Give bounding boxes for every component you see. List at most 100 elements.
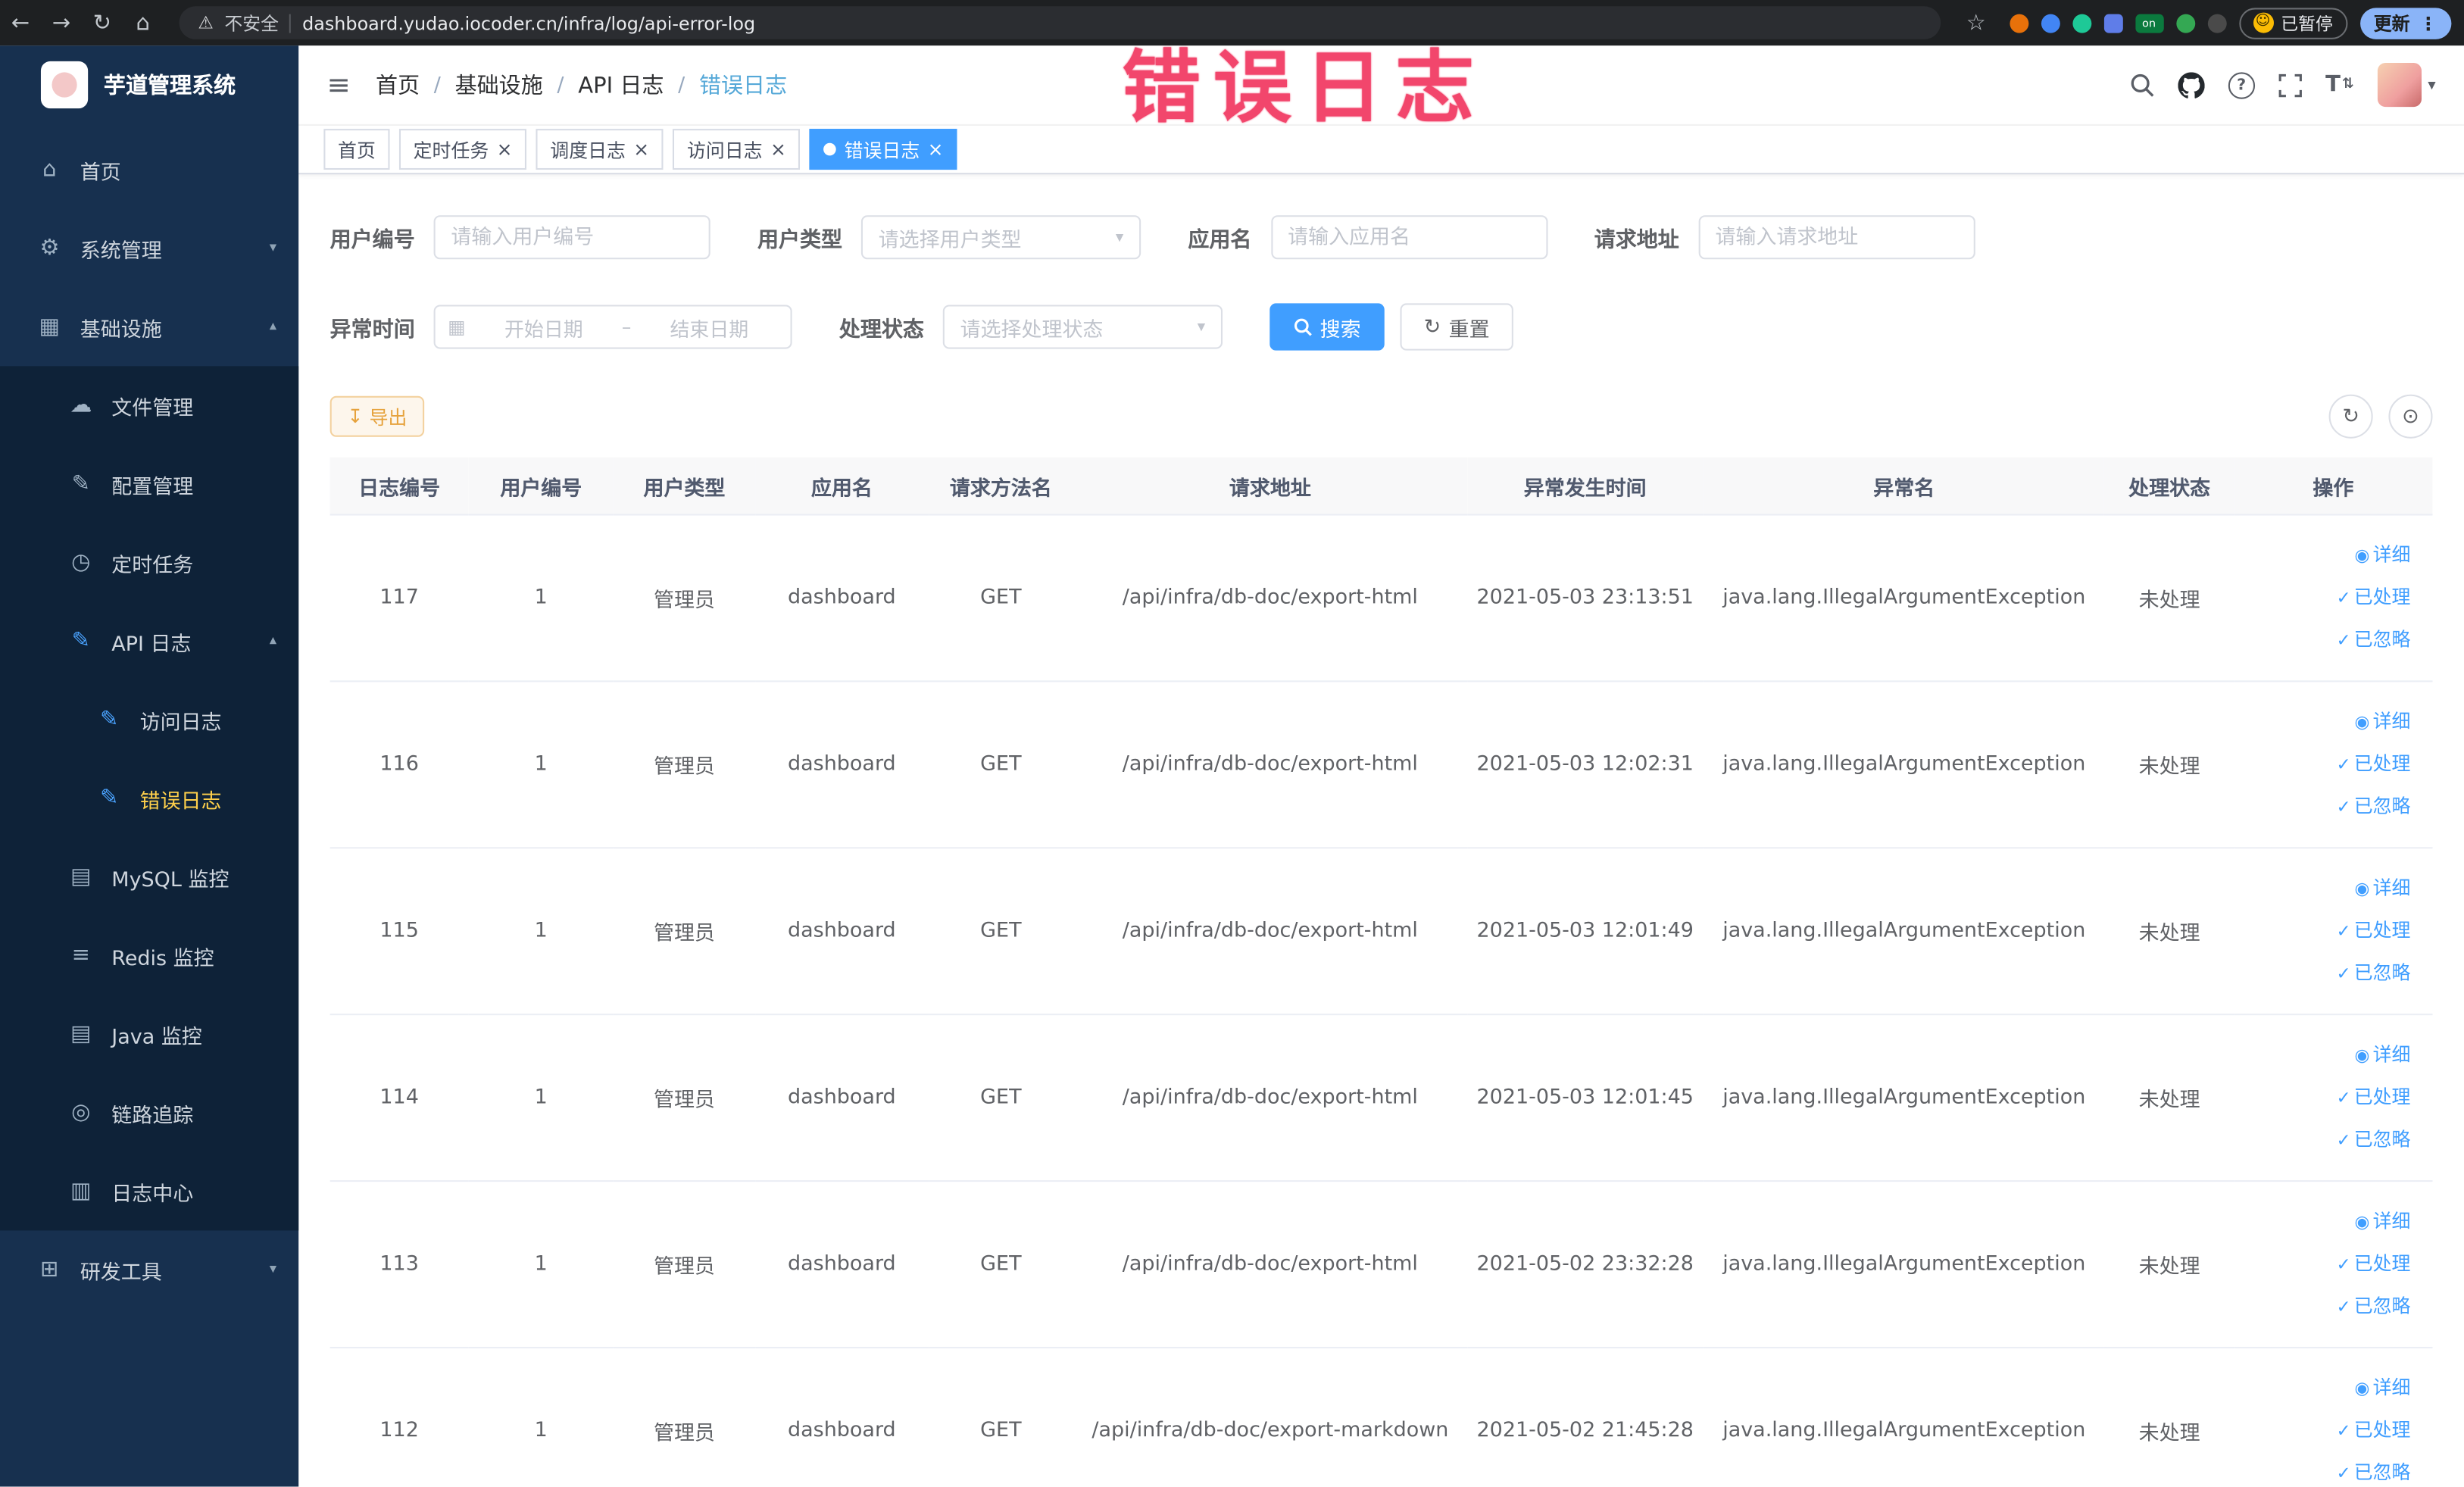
github-icon[interactable] bbox=[2178, 71, 2205, 98]
chevron-down-icon: ▾ bbox=[269, 240, 277, 257]
cell-exception-name: java.lang.IllegalArgumentException bbox=[1703, 681, 2105, 849]
detail-link[interactable]: ◉ 详细 bbox=[2241, 1367, 2411, 1410]
mark-ignored-link[interactable]: ✓ 已忽略 bbox=[2241, 1119, 2410, 1161]
cell-request-url: /api/infra/db-doc/export-html bbox=[1073, 1014, 1467, 1182]
mark-processed-link[interactable]: ✓ 已处理 bbox=[2241, 743, 2411, 786]
sidebar-item-tracing[interactable]: ◎ 链路追踪 bbox=[0, 1073, 298, 1152]
address-bar[interactable]: ⚠ 不安全 dashboard.yudao.iocoder.cn/infra/l… bbox=[179, 6, 1941, 39]
sidebar-item-error-log[interactable]: ✎ 错误日志 bbox=[0, 759, 298, 838]
search-icon[interactable] bbox=[2129, 72, 2154, 97]
column-settings-button[interactable]: ⊙ bbox=[2388, 394, 2433, 439]
detail-link[interactable]: ◉ 详细 bbox=[2241, 701, 2411, 743]
processed-label: 已处理 bbox=[2353, 1086, 2411, 1108]
request-url-input[interactable] bbox=[1697, 215, 1975, 260]
sidebar: 芋道管理系统 ⌂ 首页 ⚙ 系统管理 ▾ ▦ 基础设施 ▴ ☁ 文件管理 ✎ 配… bbox=[0, 45, 299, 1487]
close-icon[interactable]: × bbox=[497, 140, 513, 159]
tab-error-log[interactable]: 错误日志 × bbox=[809, 129, 958, 170]
sidebar-item-log-center[interactable]: ▥ 日志中心 bbox=[0, 1152, 298, 1231]
sidebar-item-access-log[interactable]: ✎ 访问日志 bbox=[0, 680, 298, 759]
mark-ignored-link[interactable]: ✓ 已忽略 bbox=[2241, 952, 2410, 995]
app-name-input[interactable] bbox=[1270, 215, 1547, 260]
sidebar-item-dev-tools[interactable]: ⊞ 研发工具 ▾ bbox=[0, 1230, 298, 1309]
user-avatar[interactable]: ▾ bbox=[2377, 62, 2436, 108]
app-logo[interactable]: 芋道管理系统 bbox=[0, 45, 298, 124]
fullscreen-icon[interactable] bbox=[2278, 73, 2302, 97]
exception-time-range-picker[interactable]: ▦ 开始日期 – 结束日期 bbox=[433, 305, 792, 349]
extension-icon[interactable] bbox=[2040, 13, 2060, 33]
extension-icon[interactable] bbox=[2009, 13, 2028, 33]
breadcrumb-api-log[interactable]: API 日志 bbox=[578, 69, 664, 100]
export-button[interactable]: ↧ 导出 bbox=[329, 395, 425, 437]
sidebar-item-infrastructure[interactable]: ▦ 基础设施 ▴ bbox=[0, 288, 298, 367]
mark-processed-link[interactable]: ✓ 已处理 bbox=[2241, 1410, 2411, 1452]
refresh-button[interactable]: ↻ bbox=[2328, 394, 2373, 439]
sidebar-item-system-management[interactable]: ⚙ 系统管理 ▾ bbox=[0, 209, 298, 288]
bookmark-star-icon[interactable]: ☆ bbox=[1956, 10, 1997, 35]
reset-button[interactable]: ↻ 重置 bbox=[1400, 303, 1513, 351]
chevron-up-icon: ▴ bbox=[269, 319, 277, 335]
hamburger-icon[interactable]: ≡ bbox=[327, 68, 351, 102]
breadcrumb-separator: / bbox=[678, 73, 685, 97]
tab-access-log[interactable]: 访问日志 × bbox=[673, 129, 801, 170]
detail-link[interactable]: ◉ 详细 bbox=[2241, 534, 2411, 576]
user-id-input[interactable] bbox=[433, 215, 710, 260]
processed-label: 已处理 bbox=[2353, 586, 2411, 608]
sidebar-item-label: 基础设施 bbox=[80, 318, 162, 342]
home-nav-icon[interactable]: ⌂ bbox=[123, 10, 164, 35]
tab-home[interactable]: 首页 bbox=[323, 129, 390, 170]
process-status-select[interactable]: 请选择处理状态 ▾ bbox=[942, 305, 1223, 349]
mark-processed-link[interactable]: ✓ 已处理 bbox=[2241, 576, 2411, 619]
mark-ignored-link[interactable]: ✓ 已忽略 bbox=[2241, 786, 2410, 828]
mark-ignored-link[interactable]: ✓ 已忽略 bbox=[2241, 619, 2410, 661]
filter-label: 用户编号 bbox=[329, 227, 415, 254]
kebab-menu-icon[interactable]: ⋮ bbox=[2419, 12, 2437, 34]
paused-extension-badge[interactable]: ☺ 已暂停 bbox=[2238, 7, 2347, 39]
user-type-select[interactable]: 请选择用户类型 ▾ bbox=[860, 215, 1141, 260]
processed-label: 已处理 bbox=[2353, 752, 2411, 775]
search-button[interactable]: 搜索 bbox=[1269, 303, 1385, 351]
sidebar-item-java-monitor[interactable]: ▤ Java 监控 bbox=[0, 995, 298, 1073]
extension-icon[interactable] bbox=[2072, 13, 2091, 33]
sidebar-item-api-log[interactable]: ✎ API 日志 ▴ bbox=[0, 602, 298, 681]
cell-request-url: /api/infra/db-doc/export-html bbox=[1073, 848, 1467, 1016]
url-text[interactable]: dashboard.yudao.iocoder.cn/infra/log/api… bbox=[302, 12, 755, 34]
detail-link[interactable]: ◉ 详细 bbox=[2241, 867, 2411, 910]
tab-scheduled-tasks[interactable]: 定时任务 × bbox=[398, 129, 527, 170]
close-icon[interactable]: × bbox=[928, 140, 944, 159]
security-label[interactable]: 不安全 bbox=[224, 10, 279, 35]
extension-icon[interactable] bbox=[2175, 13, 2195, 33]
mark-ignored-link[interactable]: ✓ 已忽略 bbox=[2241, 1452, 2410, 1487]
breadcrumb-infrastructure[interactable]: 基础设施 bbox=[455, 69, 543, 100]
close-icon[interactable]: × bbox=[633, 140, 649, 159]
forward-icon[interactable]: → bbox=[41, 10, 82, 35]
mark-processed-link[interactable]: ✓ 已处理 bbox=[2241, 1076, 2411, 1119]
extension-icon[interactable] bbox=[2103, 13, 2122, 33]
processed-label: 已处理 bbox=[2353, 1419, 2411, 1442]
close-icon[interactable]: × bbox=[770, 140, 786, 159]
mark-ignored-link[interactable]: ✓ 已忽略 bbox=[2241, 1286, 2410, 1328]
mark-processed-link[interactable]: ✓ 已处理 bbox=[2241, 1243, 2410, 1286]
sidebar-item-home[interactable]: ⌂ 首页 bbox=[0, 130, 298, 209]
filter-request-url: 请求地址 bbox=[1594, 215, 1975, 260]
sidebar-item-config-management[interactable]: ✎ 配置管理 bbox=[0, 445, 298, 523]
mark-processed-link[interactable]: ✓ 已处理 bbox=[2241, 910, 2410, 952]
font-size-icon[interactable]: T ⇅ bbox=[2325, 72, 2354, 97]
cell-method: GET bbox=[928, 1014, 1073, 1182]
back-icon[interactable]: ← bbox=[0, 10, 41, 35]
cell-exception-time: 2021-05-03 12:01:45 bbox=[1466, 1014, 1704, 1182]
detail-link[interactable]: ◉ 详细 bbox=[2241, 1201, 2411, 1243]
sidebar-item-file-management[interactable]: ☁ 文件管理 bbox=[0, 366, 298, 445]
breadcrumb-home[interactable]: 首页 bbox=[376, 69, 420, 100]
browser-update-button[interactable]: 更新 ⋮ bbox=[2359, 7, 2452, 39]
sidebar-item-mysql-monitor[interactable]: ▤ MySQL 监控 bbox=[0, 838, 298, 917]
tab-schedule-log[interactable]: 调度日志 × bbox=[536, 129, 664, 170]
detail-link[interactable]: ◉ 详细 bbox=[2241, 1034, 2411, 1076]
extension-icon[interactable] bbox=[2206, 13, 2226, 33]
sidebar-item-redis-monitor[interactable]: ≡ Redis 监控 bbox=[0, 917, 298, 995]
sidebar-item-scheduled-tasks[interactable]: ◷ 定时任务 bbox=[0, 523, 298, 602]
reset-icon: ↻ bbox=[1423, 314, 1441, 339]
extension-on-badge-icon[interactable]: on bbox=[2135, 13, 2163, 33]
cell-actions: ◉ 详细 ✓ 已处理 ✓ 已忽略 bbox=[2234, 514, 2433, 683]
help-icon[interactable]: ? bbox=[2228, 71, 2255, 98]
reload-icon[interactable]: ↻ bbox=[82, 10, 123, 35]
